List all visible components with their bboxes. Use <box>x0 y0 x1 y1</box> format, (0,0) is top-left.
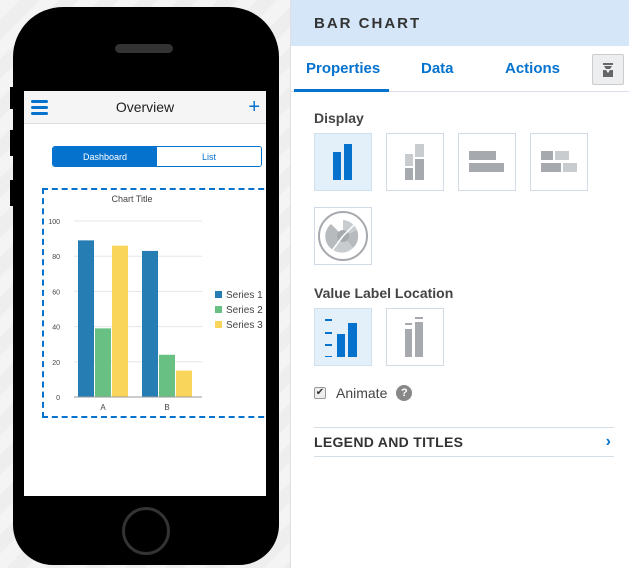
bar-series-3-b <box>176 370 192 397</box>
vertical-bar-icon <box>333 144 352 180</box>
help-icon[interactable]: ? <box>396 385 413 401</box>
display-option-polar[interactable] <box>314 207 372 265</box>
legend-label: Series 1 <box>226 290 263 301</box>
value-label-option-on-bars[interactable] <box>386 308 444 366</box>
phone-home-button <box>122 507 170 555</box>
labels-on-bars-icon <box>405 317 423 357</box>
bar-series-2-a <box>95 328 111 397</box>
tab-data[interactable]: Data <box>421 60 454 77</box>
legend-swatch <box>215 306 222 313</box>
tab-actions[interactable]: Actions <box>505 60 560 77</box>
bar-series-1-b <box>142 250 158 397</box>
display-option-bar-stacked-horizontal[interactable] <box>530 133 588 191</box>
legend-swatch <box>215 321 222 328</box>
phone-screen: Overview + Dashboard List Chart Title 0 20… <box>24 91 266 496</box>
axis-labels-icon <box>325 319 357 357</box>
legend-label: Series 3 <box>226 320 263 331</box>
segment-dashboard[interactable]: Dashboard <box>53 147 157 166</box>
y-tick-label: 60 <box>52 289 60 296</box>
display-label: Display <box>314 110 364 126</box>
segmented-control: Dashboard List <box>52 146 262 167</box>
legend-and-titles-section[interactable]: LEGEND AND TITLES › <box>314 427 614 457</box>
tab-properties[interactable]: Properties <box>306 60 380 77</box>
phone-speaker <box>115 44 173 53</box>
hamburger-icon[interactable] <box>31 100 48 115</box>
animate-row: ✔ Animate ? <box>314 385 413 401</box>
horizontal-bar-icon <box>469 151 504 172</box>
panel-tabs: Properties Data Actions <box>291 46 629 92</box>
chevron-right-icon: › <box>605 433 611 450</box>
legend-label: Series 2 <box>226 305 263 316</box>
canvas-area: Overview + Dashboard List Chart Title 0 20… <box>0 0 290 568</box>
value-label-location-label: Value Label Location <box>314 285 454 301</box>
bar-series-1-a <box>78 240 94 397</box>
collapse-panel-button[interactable] <box>592 54 624 85</box>
animate-label: Animate <box>336 385 388 401</box>
app-header: Overview + <box>24 91 266 124</box>
display-option-bar-stacked-vertical[interactable] <box>386 133 444 191</box>
y-tick-label: 80 <box>52 254 60 261</box>
polar-chart-icon <box>318 211 368 261</box>
y-tick-label: 0 <box>56 395 60 402</box>
bar-series-3-a <box>112 245 128 397</box>
x-tick-label: B <box>164 403 169 412</box>
segment-list[interactable]: List <box>157 147 261 166</box>
panel-title: BAR CHART <box>291 0 629 46</box>
plus-icon[interactable]: + <box>248 95 260 119</box>
value-label-option-axis[interactable] <box>314 308 372 366</box>
properties-panel: BAR CHART Properties Data Actions Displa… <box>290 0 629 568</box>
chart-title: Chart Title <box>111 194 152 204</box>
legend-and-titles-label: LEGEND AND TITLES <box>314 434 464 450</box>
animate-checkbox[interactable]: ✔ <box>314 387 326 399</box>
bar-chart-component[interactable]: Chart Title 0 20 40 60 80 100 A B Series 1 Series … <box>42 188 266 418</box>
stacked-horizontal-bar-icon <box>541 151 577 172</box>
active-tab-indicator <box>294 89 389 92</box>
y-tick-label: 40 <box>52 325 60 332</box>
display-option-bar-vertical[interactable] <box>314 133 372 191</box>
y-tick-label: 100 <box>48 219 60 226</box>
stacked-vertical-bar-icon <box>405 144 424 180</box>
collapse-panel-icon <box>603 62 613 77</box>
legend-swatch <box>215 291 222 298</box>
bar-chart: Chart Title 0 20 40 60 80 100 A B Series 1 Series … <box>48 194 263 412</box>
y-tick-label: 20 <box>52 360 60 367</box>
app-title: Overview <box>115 99 175 115</box>
x-tick-label: A <box>100 403 106 412</box>
phone-frame: Overview + Dashboard List Chart Title 0 20… <box>13 7 279 565</box>
display-option-bar-horizontal[interactable] <box>458 133 516 191</box>
bar-series-2-b <box>159 354 175 397</box>
